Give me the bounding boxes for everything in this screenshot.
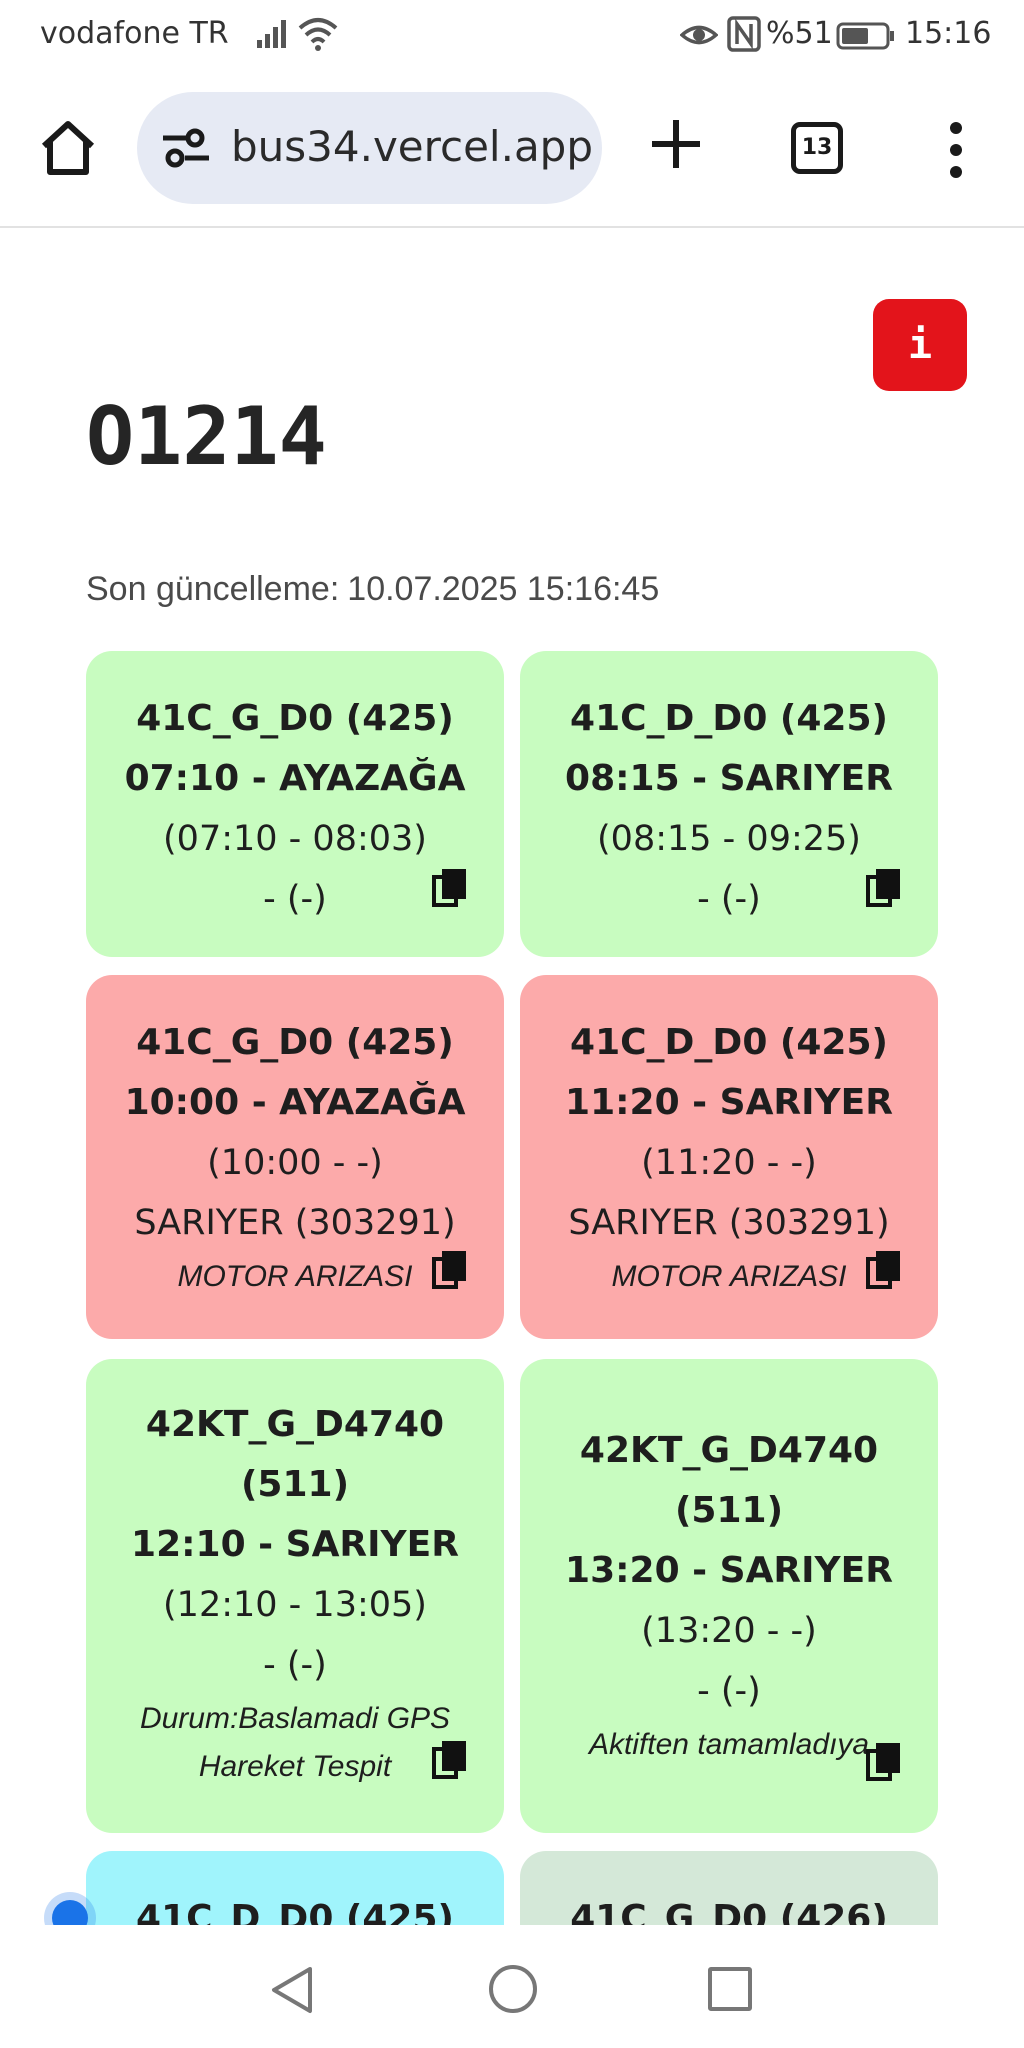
trip-card[interactable]: 42KT_G_D4740 (511) 13:20 - SARIYER (13:2… <box>520 1359 938 1833</box>
system-nav-bar <box>0 1925 1024 2048</box>
card-times: (13:20 - -) <box>641 1611 817 1651</box>
card-trip: 12:10 - SARIYER <box>131 1524 459 1565</box>
card-location: - (-) <box>697 1671 761 1711</box>
location-dot-icon <box>52 1900 88 1925</box>
trip-card[interactable]: 41C_G_D0 (426) <box>520 1851 938 1925</box>
card-times: (08:15 - 09:25) <box>597 819 861 859</box>
card-location: SARIYER (303291) <box>568 1203 890 1243</box>
card-times: (12:10 - 13:05) <box>163 1585 427 1625</box>
card-times: (10:00 - -) <box>207 1143 383 1183</box>
trip-card-grid: 41C_G_D0 (425) 07:10 - AYAZAĞA (07:10 - … <box>0 0 1024 1925</box>
copy-icon[interactable] <box>866 867 902 907</box>
card-route: 41C_D_D0 (425) <box>136 1898 454 1925</box>
card-route: 41C_D_D0 (425) <box>570 1022 888 1063</box>
card-route: 41C_G_D0 (426) <box>570 1898 888 1925</box>
copy-icon[interactable] <box>432 1249 468 1289</box>
copy-icon[interactable] <box>866 1741 902 1781</box>
card-times: (11:20 - -) <box>641 1143 817 1183</box>
trip-card[interactable]: 41C_D_D0 (425) 11:20 - SARIYER (11:20 - … <box>520 975 938 1339</box>
card-location: - (-) <box>263 1645 327 1685</box>
home-circle-icon[interactable] <box>489 1965 537 2013</box>
card-trip: 11:20 - SARIYER <box>565 1082 893 1123</box>
card-route-line2: (511) <box>674 1490 784 1531</box>
card-route-line2: (511) <box>240 1464 350 1505</box>
copy-icon[interactable] <box>432 867 468 907</box>
trip-card[interactable]: 41C_G_D0 (425) 07:10 - AYAZAĞA (07:10 - … <box>86 651 504 957</box>
card-route: 41C_G_D0 (425) <box>136 1022 454 1063</box>
trip-card[interactable]: 42KT_G_D4740 (511) 12:10 - SARIYER (12:1… <box>86 1359 504 1833</box>
trip-card[interactable]: 41C_D_D0 (425) 08:15 - SARIYER (08:15 - … <box>520 651 938 957</box>
card-trip: 07:10 - AYAZAĞA <box>124 758 466 799</box>
card-times: (07:10 - 08:03) <box>163 819 427 859</box>
card-trip: 10:00 - AYAZAĞA <box>124 1082 466 1123</box>
back-icon[interactable] <box>270 1965 314 2015</box>
card-route: 41C_G_D0 (425) <box>136 698 454 739</box>
card-location: SARIYER (303291) <box>134 1203 456 1243</box>
card-trip: 13:20 - SARIYER <box>565 1550 893 1591</box>
trip-card[interactable]: 41C_G_D0 (425) 10:00 - AYAZAĞA (10:00 - … <box>86 975 504 1339</box>
trip-card[interactable]: 41C_D_D0 (425) <box>86 1851 504 1925</box>
card-route: 41C_D_D0 (425) <box>570 698 888 739</box>
card-route-line1: 42KT_G_D4740 <box>145 1404 445 1445</box>
card-trip: 08:15 - SARIYER <box>565 758 893 799</box>
copy-icon[interactable] <box>866 1249 902 1289</box>
card-route-line1: 42KT_G_D4740 <box>579 1430 879 1471</box>
recent-apps-icon[interactable] <box>708 1967 752 2011</box>
copy-icon[interactable] <box>432 1739 468 1779</box>
